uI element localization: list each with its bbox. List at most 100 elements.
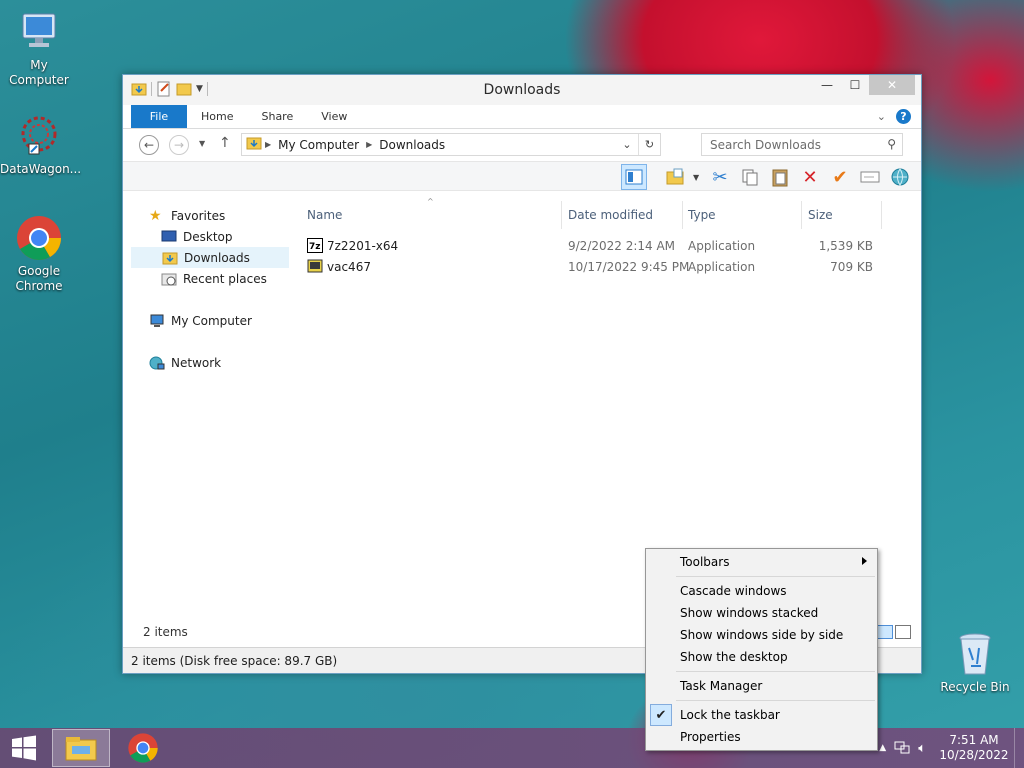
expand-ribbon-icon[interactable]: ⌄ bbox=[877, 110, 886, 123]
delete-icon[interactable]: ✕ bbox=[797, 164, 823, 190]
menu-item-show-windows-stacked[interactable]: Show windows stacked bbox=[646, 602, 877, 624]
address-bar[interactable]: ▶ My Computer ▶ Downloads ⌄ ↻ bbox=[241, 133, 661, 156]
clock-date: 10/28/2022 bbox=[939, 748, 1009, 762]
file-size: 1,539 KB bbox=[818, 239, 873, 253]
file-list: Name ^ Date modified Type Size 7z 7z2201… bbox=[299, 197, 913, 607]
menu-item-properties[interactable]: Properties bbox=[646, 726, 877, 748]
recent-locations-icon[interactable]: ▼ bbox=[199, 139, 205, 148]
nav-network[interactable]: Network bbox=[131, 352, 289, 373]
desktop-icon-recycle-bin[interactable]: Recycle Bin bbox=[936, 630, 1014, 695]
taskbar-chrome[interactable] bbox=[118, 729, 168, 767]
address-dropdown-icon[interactable]: ⌄ bbox=[616, 134, 638, 155]
large-icons-view-icon[interactable] bbox=[895, 625, 911, 639]
folder-options-dropdown-icon[interactable]: ▼ bbox=[693, 173, 703, 182]
network-tray-icon[interactable] bbox=[894, 740, 910, 757]
breadcrumb-downloads[interactable]: Downloads bbox=[375, 138, 449, 152]
clock-time: 7:51 AM bbox=[949, 733, 999, 747]
network-icon bbox=[149, 356, 165, 370]
copy-icon[interactable] bbox=[737, 164, 763, 190]
nav-label: Recent places bbox=[183, 271, 267, 286]
submenu-arrow-icon bbox=[862, 557, 867, 565]
menu-item-label: Task Manager bbox=[680, 679, 763, 693]
tray-overflow-icon[interactable]: ▲ bbox=[879, 743, 886, 753]
menu-item-toolbars[interactable]: Toolbars bbox=[646, 551, 877, 573]
show-desktop-button[interactable] bbox=[1014, 728, 1024, 768]
close-button[interactable]: ✕ bbox=[869, 75, 915, 95]
checkmark-icon: ✔ bbox=[650, 704, 672, 726]
command-toolbar: ▼ ✂ ✕ ✔ bbox=[123, 161, 921, 191]
maximize-button[interactable]: ☐ bbox=[841, 75, 869, 95]
nav-label: Network bbox=[171, 355, 222, 370]
taskbar-file-explorer[interactable] bbox=[52, 729, 110, 767]
recent-places-icon bbox=[161, 272, 177, 286]
tab-share[interactable]: Share bbox=[247, 105, 307, 128]
globe-icon[interactable] bbox=[887, 164, 913, 190]
menu-item-label: Lock the taskbar bbox=[680, 708, 780, 722]
menu-separator bbox=[676, 671, 875, 672]
datawagon-icon bbox=[15, 112, 63, 160]
nav-downloads[interactable]: Downloads bbox=[131, 247, 289, 268]
file-name: vac467 bbox=[327, 260, 371, 274]
folder-options-icon[interactable] bbox=[663, 164, 689, 190]
nav-label: Favorites bbox=[171, 208, 226, 223]
nav-label: Desktop bbox=[183, 229, 233, 244]
tab-view[interactable]: View bbox=[307, 105, 361, 128]
menu-item-label: Toolbars bbox=[680, 555, 730, 569]
desktop-icon-google-chrome[interactable]: Google Chrome bbox=[0, 214, 78, 294]
column-type[interactable]: Type bbox=[688, 208, 716, 222]
menu-item-show-windows-side-by-side[interactable]: Show windows side by side bbox=[646, 624, 877, 646]
clock[interactable]: 7:51 AM 10/28/2022 bbox=[934, 733, 1014, 763]
menu-item-cascade-windows[interactable]: Cascade windows bbox=[646, 580, 877, 602]
desktop-icon-datawagon[interactable]: DataWagon... bbox=[0, 112, 82, 177]
rename-icon[interactable] bbox=[857, 164, 883, 190]
menu-item-task-manager[interactable]: Task Manager bbox=[646, 675, 877, 697]
title-bar: ▼ Downloads — ☐ ✕ bbox=[123, 75, 921, 105]
search-placeholder: Search Downloads bbox=[710, 137, 821, 152]
nav-recent-places[interactable]: Recent places bbox=[131, 268, 289, 289]
menu-item-label: Show the desktop bbox=[680, 650, 788, 664]
search-input[interactable]: Search Downloads ⚲ bbox=[701, 133, 903, 156]
file-date: 9/2/2022 2:14 AM bbox=[568, 239, 676, 253]
check-icon[interactable]: ✔ bbox=[827, 164, 853, 190]
refresh-icon[interactable]: ↻ bbox=[638, 134, 660, 155]
desktop-icon-my-computer[interactable]: My Computer bbox=[0, 8, 78, 88]
tab-file[interactable]: File bbox=[131, 105, 187, 128]
preview-pane-icon[interactable] bbox=[621, 164, 647, 190]
column-date-modified[interactable]: Date modified bbox=[568, 208, 653, 222]
breadcrumb-separator-icon: ▶ bbox=[366, 140, 373, 149]
minimize-button[interactable]: — bbox=[813, 75, 841, 95]
file-type: Application bbox=[688, 239, 756, 253]
desktop-icon-label: My Computer bbox=[9, 58, 69, 87]
table-row[interactable]: vac467 10/17/2022 9:45 PM Application 70… bbox=[299, 256, 913, 277]
recycle-bin-icon bbox=[951, 630, 999, 678]
desktop-icon-label: DataWagon... bbox=[0, 162, 82, 176]
menu-item-label: Cascade windows bbox=[680, 584, 787, 598]
nav-desktop[interactable]: Desktop bbox=[131, 226, 289, 247]
menu-item-lock-the-taskbar[interactable]: ✔ Lock the taskbar bbox=[646, 704, 877, 726]
breadcrumb-my-computer[interactable]: My Computer bbox=[274, 138, 363, 152]
file-name: 7z2201-x64 bbox=[327, 239, 399, 253]
file-explorer-icon bbox=[65, 737, 97, 761]
table-row[interactable]: 7z 7z2201-x64 9/2/2022 2:14 AM Applicati… bbox=[299, 235, 913, 256]
forward-button[interactable]: → bbox=[169, 135, 189, 155]
volume-icon[interactable]: 🔈︎ bbox=[918, 741, 926, 756]
nav-favorites[interactable]: ★ Favorites bbox=[131, 205, 289, 226]
nav-my-computer[interactable]: My Computer bbox=[131, 310, 289, 331]
start-button[interactable] bbox=[0, 729, 48, 767]
column-name[interactable]: Name bbox=[307, 208, 342, 222]
star-icon: ★ bbox=[149, 207, 162, 224]
up-button[interactable]: ↑ bbox=[219, 135, 231, 151]
paste-icon[interactable] bbox=[767, 164, 793, 190]
menu-item-show-the-desktop[interactable]: Show the desktop bbox=[646, 646, 877, 668]
cut-icon[interactable]: ✂ bbox=[707, 164, 733, 190]
back-button[interactable]: ← bbox=[139, 135, 159, 155]
column-size[interactable]: Size bbox=[808, 208, 833, 222]
system-tray: ▲ 🔈︎ 7:51 AM 10/28/2022 bbox=[879, 728, 1024, 768]
details-view-icon[interactable] bbox=[877, 625, 893, 639]
ribbon-tabs: File Home Share View ⌄ ? bbox=[123, 105, 921, 129]
help-icon[interactable]: ? bbox=[896, 109, 911, 124]
nav-label: My Computer bbox=[171, 313, 252, 328]
window-controls: — ☐ ✕ bbox=[813, 75, 915, 95]
tab-home[interactable]: Home bbox=[187, 105, 247, 128]
search-icon[interactable]: ⚲ bbox=[887, 137, 896, 151]
